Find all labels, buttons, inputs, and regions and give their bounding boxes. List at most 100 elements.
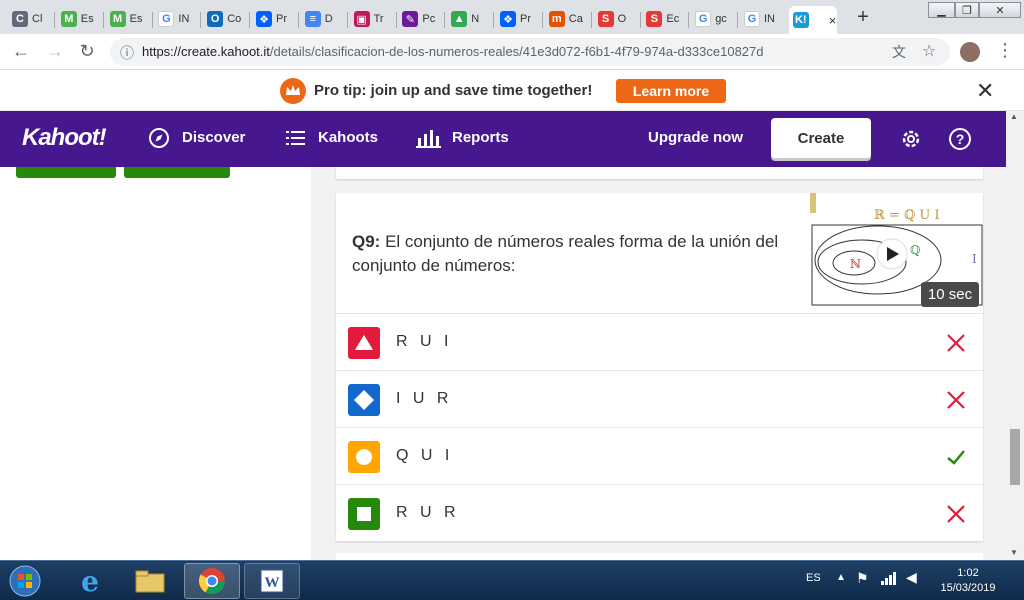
tab-label: O bbox=[617, 13, 627, 25]
translate-icon[interactable]: 文 bbox=[892, 42, 906, 62]
browser-tab[interactable]: G IN bbox=[154, 6, 200, 32]
profile-avatar[interactable] bbox=[960, 42, 980, 62]
tab-separator bbox=[249, 12, 251, 28]
action-center-icon[interactable]: ⚑ bbox=[856, 570, 869, 587]
tray-expand-icon[interactable]: ▲ bbox=[836, 572, 846, 583]
page-scrollbar[interactable]: ▲ ▼ bbox=[1006, 111, 1024, 560]
tab-separator bbox=[639, 12, 641, 28]
tab-favicon-icon: m bbox=[548, 11, 565, 27]
maximize-button[interactable]: ❐ bbox=[955, 2, 979, 18]
forward-icon[interactable]: → bbox=[44, 41, 66, 62]
nav-kahoots[interactable]: Kahoots bbox=[318, 129, 378, 146]
reload-icon[interactable]: ↻ bbox=[76, 41, 98, 62]
word-taskbar-icon[interactable]: W bbox=[244, 563, 300, 599]
answer-row: R U R bbox=[336, 484, 983, 541]
green-button-1[interactable] bbox=[16, 167, 116, 178]
tab-label: Pr bbox=[520, 13, 531, 25]
close-icon[interactable]: ✕ bbox=[976, 78, 994, 104]
browser-tab[interactable]: ❖ Pr bbox=[496, 6, 542, 32]
bookmark-star-icon[interactable]: ☆ bbox=[922, 41, 936, 61]
browser-tab[interactable]: ≡ D bbox=[301, 6, 347, 32]
svg-text:?: ? bbox=[956, 131, 965, 147]
main-content: Q9: El conjunto de números reales forma … bbox=[311, 167, 1006, 560]
image-label-top: ℝ = ℚ U I bbox=[874, 208, 940, 223]
file-explorer-icon[interactable] bbox=[122, 563, 178, 599]
tab-favicon-icon: C bbox=[12, 11, 28, 27]
circle-icon bbox=[348, 441, 380, 473]
tab-label: IN bbox=[178, 13, 190, 25]
start-button[interactable] bbox=[4, 563, 46, 599]
tab-separator bbox=[54, 12, 55, 28]
scroll-up-arrow[interactable]: ▲ bbox=[1010, 112, 1018, 121]
back-icon[interactable]: ← bbox=[10, 41, 32, 62]
learn-more-button[interactable]: Learn more bbox=[616, 79, 726, 103]
tab-label: Ca bbox=[568, 13, 583, 25]
info-icon[interactable]: ⓘ bbox=[120, 43, 134, 63]
browser-tab[interactable]: O Co bbox=[203, 6, 249, 32]
tab-favicon-icon: S bbox=[597, 11, 614, 27]
help-icon[interactable]: ? bbox=[948, 127, 972, 151]
tab-favicon-icon: ✎ bbox=[402, 11, 419, 27]
previous-question-card bbox=[336, 167, 983, 179]
time-limit-badge: 10 sec bbox=[921, 282, 979, 307]
tab-separator bbox=[151, 12, 153, 28]
browser-tab[interactable]: Ggc bbox=[691, 6, 737, 32]
answer-text: R U I bbox=[396, 333, 453, 350]
tab-label: Pr bbox=[276, 13, 287, 25]
browser-tab[interactable]: SO bbox=[594, 6, 640, 32]
minimize-button[interactable]: ▁ bbox=[928, 2, 955, 18]
taskbar-clock[interactable]: 1:02 15/03/2019 bbox=[928, 566, 1008, 596]
language-indicator[interactable]: ES bbox=[806, 572, 821, 584]
browser-tab[interactable]: M Es bbox=[57, 6, 103, 32]
left-panel bbox=[0, 167, 311, 560]
tab-separator bbox=[395, 12, 397, 28]
browser-tab[interactable]: G IN bbox=[740, 6, 786, 32]
menu-dots-icon[interactable]: ⋮ bbox=[996, 40, 1014, 61]
checkmark-icon bbox=[940, 441, 972, 473]
kahoot-logo[interactable]: Kahoot! bbox=[22, 124, 107, 152]
network-icon[interactable] bbox=[880, 570, 898, 586]
gear-icon[interactable] bbox=[899, 127, 923, 151]
scrollbar-thumb[interactable] bbox=[1010, 429, 1020, 485]
browser-tab[interactable]: K! × bbox=[788, 6, 837, 34]
green-button-2[interactable] bbox=[124, 167, 230, 178]
browser-tab[interactable]: ✎ Pc bbox=[398, 6, 444, 32]
question-card: Q9: El conjunto de números reales forma … bbox=[336, 193, 983, 541]
clock-time: 1:02 bbox=[957, 567, 979, 579]
browser-tab[interactable]: ▲ N bbox=[447, 6, 493, 32]
create-button[interactable]: Create bbox=[771, 118, 871, 158]
browser-tab[interactable]: C Cl bbox=[8, 6, 54, 32]
image-label-n: ℕ bbox=[850, 257, 861, 271]
tab-label: Tr bbox=[373, 13, 384, 25]
nav-reports[interactable]: Reports bbox=[452, 129, 509, 146]
square-icon bbox=[348, 498, 380, 530]
tab-favicon-icon: ❖ bbox=[256, 11, 272, 27]
upgrade-now-link[interactable]: Upgrade now bbox=[648, 129, 743, 146]
browser-tab[interactable]: M Es bbox=[106, 6, 152, 32]
answer-text: Q U I bbox=[396, 447, 454, 464]
reports-icon bbox=[416, 128, 442, 148]
clock-date: 15/03/2019 bbox=[940, 582, 996, 594]
browser-tab[interactable]: ▣ Tr bbox=[350, 6, 396, 32]
tab-favicon-icon: ▲ bbox=[451, 11, 468, 27]
tab-close-icon[interactable]: × bbox=[829, 13, 837, 28]
browser-tab[interactable]: ❖ Pr bbox=[252, 6, 298, 32]
url-text: https://create.kahoot.it/details/clasifi… bbox=[142, 44, 764, 59]
tab-separator bbox=[688, 12, 690, 28]
question-text: Q9: El conjunto de números reales forma … bbox=[352, 230, 782, 278]
new-tab-button[interactable]: + bbox=[852, 6, 874, 29]
scroll-down-arrow[interactable]: ▼ bbox=[1010, 548, 1018, 557]
window-close-button[interactable]: ✕ bbox=[979, 2, 1021, 18]
address-bar[interactable]: ⓘ https://create.kahoot.it/details/clasi… bbox=[110, 38, 950, 66]
cross-icon bbox=[940, 327, 972, 359]
tab-favicon-icon: O bbox=[207, 11, 224, 27]
browser-tab[interactable]: S Ec bbox=[642, 6, 688, 32]
nav-discover[interactable]: Discover bbox=[182, 129, 245, 146]
chrome-taskbar-icon[interactable] bbox=[184, 563, 240, 599]
browser-tab[interactable]: m Ca bbox=[545, 6, 591, 32]
internet-explorer-icon[interactable]: e bbox=[62, 563, 118, 599]
tab-label: Cl bbox=[32, 13, 43, 25]
tab-favicon-icon: M bbox=[109, 11, 126, 27]
volume-icon[interactable]: ◀ bbox=[906, 569, 917, 586]
tab-label: Pc bbox=[422, 13, 436, 25]
